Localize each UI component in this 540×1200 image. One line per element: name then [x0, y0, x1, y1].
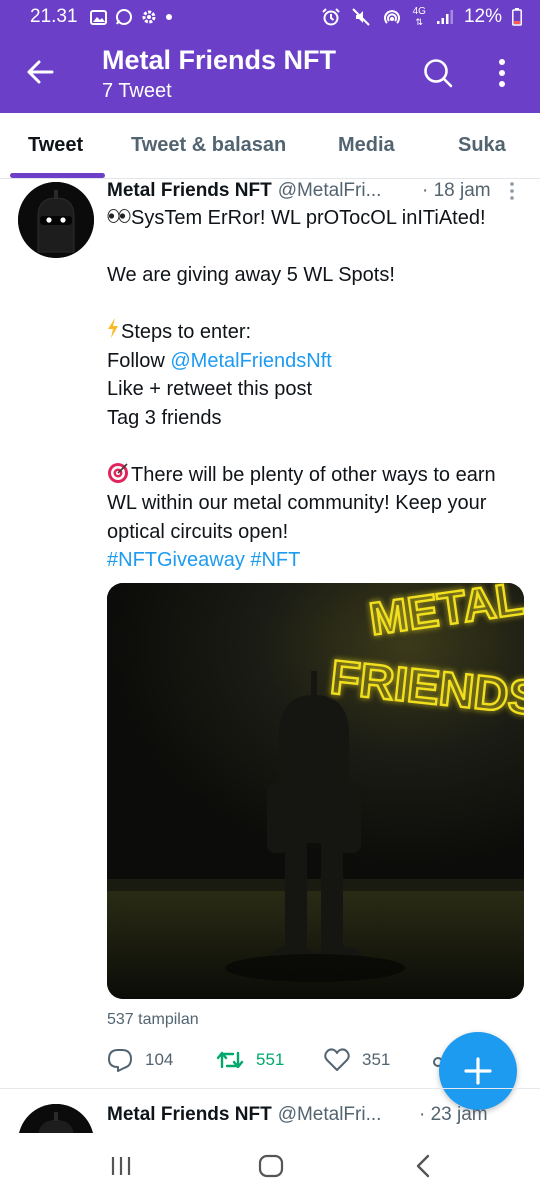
app-bar: Metal Friends NFT 7 Tweet — [0, 34, 540, 113]
whatsapp-icon — [115, 8, 133, 26]
tweet-count: 7 Tweet — [102, 80, 172, 102]
system-navigation-bar — [0, 1133, 540, 1200]
robot-avatar-icon — [18, 182, 94, 258]
more-options-button[interactable] — [490, 54, 514, 92]
notification-dot-icon — [165, 13, 173, 21]
compose-tweet-button[interactable] — [439, 1032, 517, 1110]
search-button[interactable] — [420, 55, 456, 91]
recent-apps-button[interactable] — [101, 1151, 141, 1181]
tweet-line: There will be plenty of other ways to ea… — [107, 461, 527, 490]
retweet-icon — [216, 1051, 244, 1069]
author-handle[interactable]: @MetalFri... — [278, 180, 382, 202]
recent-apps-icon — [111, 1157, 131, 1175]
reply-button[interactable]: 104 — [107, 1044, 173, 1076]
retweet-button[interactable]: 551 — [216, 1044, 284, 1076]
eyes-emoji-icon — [107, 204, 131, 233]
tweet-header: Metal Friends NFT @MetalFri... · 23 jam — [107, 1101, 527, 1129]
view-count: 537 tampilan — [107, 1011, 199, 1028]
signal-icon — [436, 9, 454, 25]
tweet-line-1: SysTem ErRor! WL prOTocOL inITiAted! — [131, 207, 486, 229]
arrow-left-icon — [27, 60, 54, 84]
reply-icon — [108, 1049, 132, 1072]
battery-percent: 12% — [463, 6, 502, 27]
tweet-divider — [0, 1088, 540, 1089]
retweet-count: 551 — [256, 1050, 285, 1069]
like-count: 351 — [362, 1050, 391, 1069]
network-type-label: 4G — [412, 6, 426, 17]
profile-tabs: Tweet Tweet & balasan Media Suka — [0, 113, 540, 179]
target-emoji-icon — [107, 462, 131, 493]
metal-friends-robot-image: METAL METAL FRIENDS FRIENDS — [107, 583, 524, 999]
like-button[interactable]: 351 — [324, 1044, 390, 1076]
chevron-left-icon — [416, 1154, 430, 1178]
back-nav-button[interactable] — [403, 1151, 443, 1181]
tweet-line-7: There will be plenty of other ways to ea… — [131, 463, 496, 486]
data-arrows-icon: ⇅ — [415, 17, 424, 27]
reply-count: 104 — [145, 1050, 174, 1069]
tweet-line: Follow @MetalFriendsNft — [107, 347, 527, 376]
heart-icon — [324, 1048, 350, 1071]
tweet-line-6: Tag 3 friends — [107, 406, 222, 429]
tab-media[interactable]: Media — [338, 113, 395, 178]
hotspot-icon — [381, 7, 403, 27]
author-name[interactable]: Metal Friends NFT — [107, 1104, 272, 1126]
search-icon — [424, 59, 453, 88]
author-handle[interactable]: @MetalFri... — [278, 1104, 382, 1126]
more-vertical-icon — [510, 182, 514, 200]
status-bar: 21.31 4G ⇅ 12% — [0, 0, 540, 34]
tweet-line-9: optical circuits open! — [107, 520, 289, 543]
tweet-text: SysTem ErRor! WL prOTocOL inITiAted! We … — [107, 204, 527, 575]
network-type-icon: 4G ⇅ — [412, 6, 426, 28]
tweet-line-4-prefix: Follow — [107, 349, 171, 372]
tweet-line-5: Like + retweet this post — [107, 378, 313, 400]
tweet-line: SysTem ErRor! WL prOTocOL inITiAted! — [107, 204, 527, 233]
tweet-more-button[interactable] — [505, 180, 519, 202]
back-button[interactable] — [22, 54, 58, 90]
tweet-line-8: WL within our metal community! Keep your — [107, 492, 487, 514]
hashtag-links[interactable]: #NFTGiveaway #NFT — [107, 546, 527, 575]
author-name[interactable]: Metal Friends NFT — [107, 180, 272, 202]
battery-low-icon — [512, 8, 522, 26]
tab-likes[interactable]: Suka — [458, 113, 506, 178]
settings-gear-icon — [141, 9, 157, 25]
profile-title: Metal Friends NFT — [102, 45, 337, 75]
lightning-emoji-icon — [107, 318, 121, 347]
tab-tweet-and-replies[interactable]: Tweet & balasan — [131, 113, 286, 178]
gallery-icon — [89, 9, 107, 25]
more-vertical-icon — [499, 59, 505, 87]
alarm-icon — [321, 7, 341, 27]
tweet-line-2: We are giving away 5 WL Spots! — [107, 264, 395, 286]
tweet-time: · 23 jam — [419, 1104, 488, 1125]
plus-icon — [464, 1057, 492, 1085]
avatar[interactable] — [18, 182, 94, 258]
tweet-line-3: Steps to enter: — [121, 321, 252, 343]
mute-icon — [351, 7, 371, 27]
tweet-line: Steps to enter: — [107, 318, 527, 347]
tweet-media-image[interactable]: METAL METAL FRIENDS FRIENDS — [107, 583, 524, 999]
tweet-header: Metal Friends NFT @MetalFri... · 18 jam — [107, 177, 527, 205]
tab-tweet[interactable]: Tweet — [28, 113, 83, 178]
active-tab-indicator — [10, 173, 105, 178]
tweet-time: · 18 jam — [422, 180, 491, 201]
home-button[interactable] — [251, 1151, 291, 1181]
home-icon — [258, 1154, 284, 1178]
status-time: 21.31 — [30, 6, 78, 27]
mention-link[interactable]: @MetalFriendsNft — [170, 350, 331, 372]
